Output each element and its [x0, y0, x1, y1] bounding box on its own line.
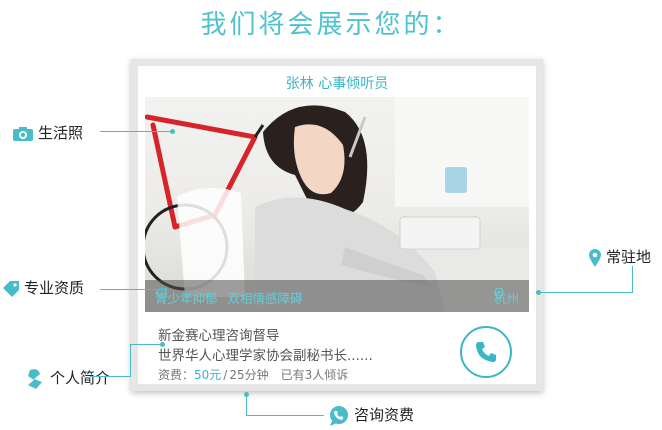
- label-fee-text: 咨询资费: [354, 406, 415, 424]
- fee-price: 50元: [194, 368, 222, 382]
- connector-dot: [160, 287, 165, 292]
- connector-dot: [160, 342, 165, 347]
- camera-icon: [13, 126, 33, 141]
- location-info: 杭州: [494, 288, 519, 307]
- connector-line: [246, 394, 247, 416]
- label-life-photo: 生活照: [12, 122, 83, 143]
- fee-info: 资费：50元/25分钟 已有3人倾诉: [158, 366, 348, 383]
- listen-count: 已有3人倾诉: [280, 368, 349, 382]
- life-photo: 青少年抑郁 双相情感障碍 杭州: [145, 97, 529, 312]
- connector-line: [632, 266, 633, 293]
- map-pin-icon: [494, 288, 504, 300]
- phone-icon: [476, 342, 496, 362]
- label-fee: 咨询资费: [328, 404, 414, 427]
- fee-label: 资费：: [158, 368, 195, 382]
- connector-line: [130, 344, 131, 376]
- specialty-tag-bar: 青少年抑郁 双相情感障碍 杭州: [145, 280, 529, 312]
- person-icon: [28, 368, 42, 389]
- connector-dot: [536, 290, 541, 295]
- page-headline: 我们将会展示您的：: [200, 10, 462, 40]
- label-specialty-text: 专业资质: [24, 279, 85, 297]
- intro-line-2: 世界华人心理学家协会副秘书长......: [158, 348, 373, 364]
- connector-dot: [170, 129, 175, 134]
- intro-line-1: 新金赛心理咨询督导: [158, 328, 280, 344]
- profile-card[interactable]: 张林 心事倾听员 青少年抑郁 双相情感障碍 杭州 新金赛心理咨询督导 世界华人心…: [131, 59, 543, 391]
- pin-icon: [589, 248, 601, 267]
- connector-line: [100, 289, 162, 290]
- connector-line: [90, 376, 131, 377]
- specialty-tags: 青少年抑郁 双相情感障碍: [155, 288, 303, 307]
- label-location: 常驻地: [588, 246, 651, 268]
- chat-icon: [330, 405, 348, 426]
- fee-duration: 25分钟: [229, 368, 269, 382]
- call-button[interactable]: [460, 326, 512, 378]
- connector-line: [100, 131, 172, 132]
- label-intro-text: 个人简介: [50, 369, 111, 387]
- specialty-tag[interactable]: 双相情感障碍: [228, 291, 303, 306]
- connector-dot: [244, 392, 249, 397]
- fee-separator: /: [223, 368, 228, 382]
- label-life-photo-text: 生活照: [38, 124, 84, 142]
- connector-line: [540, 292, 633, 293]
- connector-line: [130, 344, 162, 345]
- counselor-name-title: 张林 心事倾听员: [285, 76, 389, 92]
- label-location-text: 常驻地: [606, 248, 652, 266]
- label-intro: 个人简介: [26, 367, 110, 390]
- connector-line: [246, 415, 324, 416]
- label-specialty: 专业资质: [2, 277, 84, 298]
- tag-icon: [3, 280, 19, 297]
